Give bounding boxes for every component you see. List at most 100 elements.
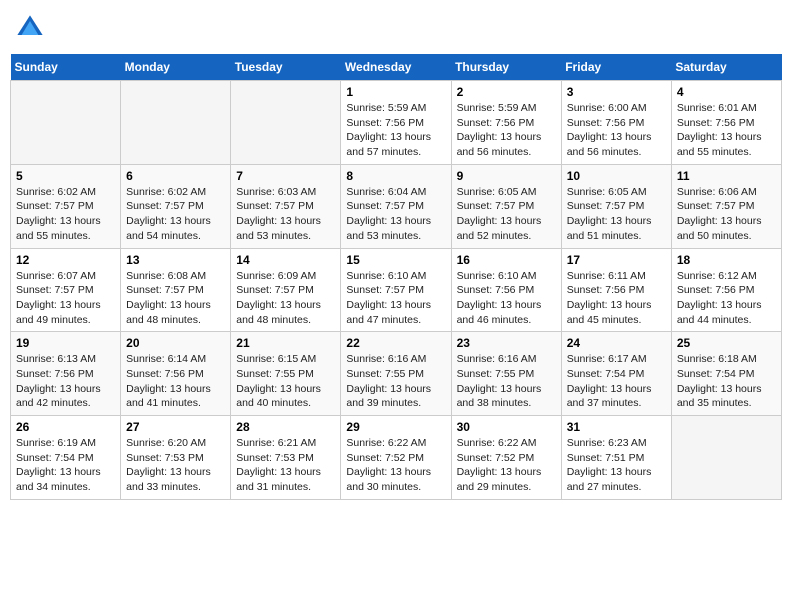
day-cell: 22Sunrise: 6:16 AMSunset: 7:55 PMDayligh… bbox=[341, 332, 451, 416]
day-cell: 27Sunrise: 6:20 AMSunset: 7:53 PMDayligh… bbox=[121, 416, 231, 500]
weekday-header-monday: Monday bbox=[121, 54, 231, 81]
week-row-1: 1 Sunrise: 5:59 AMSunset: 7:56 PMDaylight… bbox=[11, 81, 782, 165]
day-info: Sunrise: 6:02 AMSunset: 7:57 PMDaylight:… bbox=[16, 185, 115, 244]
day-number: 7 bbox=[236, 169, 335, 183]
day-number: 14 bbox=[236, 253, 335, 267]
logo bbox=[16, 14, 48, 42]
day-number: 10 bbox=[567, 169, 666, 183]
day-info: Sunrise: 6:10 AMSunset: 7:56 PMDaylight:… bbox=[457, 269, 556, 328]
day-number: 8 bbox=[346, 169, 445, 183]
day-number: 16 bbox=[457, 253, 556, 267]
day-cell: 19 Sunrise: 6:13 AMSunset: 7:56 PMDayligh… bbox=[11, 332, 121, 416]
day-cell: 3 Sunrise: 6:00 AMSunset: 7:56 PMDaylight… bbox=[561, 81, 671, 165]
day-cell: 13Sunrise: 6:08 AMSunset: 7:57 PMDayligh… bbox=[121, 248, 231, 332]
day-info: Sunrise: 6:14 AMSunset: 7:56 PMDaylight:… bbox=[126, 352, 225, 411]
day-cell: 29 Sunrise: 6:22 AMSunset: 7:52 PMDayligh… bbox=[341, 416, 451, 500]
day-info: Sunrise: 6:17 AMSunset: 7:54 PMDaylight:… bbox=[567, 352, 666, 411]
day-cell: 23 Sunrise: 6:16 AMSunset: 7:55 PMDayligh… bbox=[451, 332, 561, 416]
day-info: Sunrise: 6:12 AMSunset: 7:56 PMDaylight:… bbox=[677, 269, 776, 328]
week-row-4: 19 Sunrise: 6:13 AMSunset: 7:56 PMDayligh… bbox=[11, 332, 782, 416]
day-number: 5 bbox=[16, 169, 115, 183]
week-row-3: 12 Sunrise: 6:07 AMSunset: 7:57 PMDayligh… bbox=[11, 248, 782, 332]
day-number: 17 bbox=[567, 253, 666, 267]
day-info: Sunrise: 6:02 AMSunset: 7:57 PMDaylight:… bbox=[126, 185, 225, 244]
day-info: Sunrise: 6:22 AMSunset: 7:52 PMDaylight:… bbox=[346, 436, 445, 495]
day-info: Sunrise: 6:16 AMSunset: 7:55 PMDaylight:… bbox=[457, 352, 556, 411]
day-info: Sunrise: 6:03 AMSunset: 7:57 PMDaylight:… bbox=[236, 185, 335, 244]
day-number: 18 bbox=[677, 253, 776, 267]
day-cell: 12 Sunrise: 6:07 AMSunset: 7:57 PMDayligh… bbox=[11, 248, 121, 332]
day-number: 25 bbox=[677, 336, 776, 350]
day-cell: 1 Sunrise: 5:59 AMSunset: 7:56 PMDaylight… bbox=[341, 81, 451, 165]
day-number: 3 bbox=[567, 85, 666, 99]
weekday-header-tuesday: Tuesday bbox=[231, 54, 341, 81]
day-cell bbox=[231, 81, 341, 165]
day-info: Sunrise: 6:13 AMSunset: 7:56 PMDaylight:… bbox=[16, 352, 115, 411]
day-info: Sunrise: 6:04 AMSunset: 7:57 PMDaylight:… bbox=[346, 185, 445, 244]
day-cell: 4Sunrise: 6:01 AMSunset: 7:56 PMDaylight… bbox=[671, 81, 781, 165]
day-cell: 14Sunrise: 6:09 AMSunset: 7:57 PMDayligh… bbox=[231, 248, 341, 332]
day-cell: 8 Sunrise: 6:04 AMSunset: 7:57 PMDaylight… bbox=[341, 164, 451, 248]
day-cell: 17 Sunrise: 6:11 AMSunset: 7:56 PMDayligh… bbox=[561, 248, 671, 332]
day-info: Sunrise: 5:59 AMSunset: 7:56 PMDaylight:… bbox=[457, 101, 556, 160]
day-cell: 21Sunrise: 6:15 AMSunset: 7:55 PMDayligh… bbox=[231, 332, 341, 416]
day-number: 6 bbox=[126, 169, 225, 183]
day-cell: 18 Sunrise: 6:12 AMSunset: 7:56 PMDayligh… bbox=[671, 248, 781, 332]
day-cell: 26 Sunrise: 6:19 AMSunset: 7:54 PMDayligh… bbox=[11, 416, 121, 500]
day-number: 12 bbox=[16, 253, 115, 267]
day-info: Sunrise: 6:11 AMSunset: 7:56 PMDaylight:… bbox=[567, 269, 666, 328]
day-cell: 20 Sunrise: 6:14 AMSunset: 7:56 PMDayligh… bbox=[121, 332, 231, 416]
day-info: Sunrise: 6:23 AMSunset: 7:51 PMDaylight:… bbox=[567, 436, 666, 495]
day-info: Sunrise: 6:05 AMSunset: 7:57 PMDaylight:… bbox=[457, 185, 556, 244]
day-cell: 10 Sunrise: 6:05 AMSunset: 7:57 PMDayligh… bbox=[561, 164, 671, 248]
day-number: 26 bbox=[16, 420, 115, 434]
day-number: 23 bbox=[457, 336, 556, 350]
weekday-header-friday: Friday bbox=[561, 54, 671, 81]
day-number: 1 bbox=[346, 85, 445, 99]
day-info: Sunrise: 6:07 AMSunset: 7:57 PMDaylight:… bbox=[16, 269, 115, 328]
day-cell: 28 Sunrise: 6:21 AMSunset: 7:53 PMDayligh… bbox=[231, 416, 341, 500]
day-info: Sunrise: 6:10 AMSunset: 7:57 PMDaylight:… bbox=[346, 269, 445, 328]
day-info: Sunrise: 6:18 AMSunset: 7:54 PMDaylight:… bbox=[677, 352, 776, 411]
day-info: Sunrise: 5:59 AMSunset: 7:56 PMDaylight:… bbox=[346, 101, 445, 160]
day-cell: 2Sunrise: 5:59 AMSunset: 7:56 PMDaylight… bbox=[451, 81, 561, 165]
week-row-2: 5 Sunrise: 6:02 AMSunset: 7:57 PMDaylight… bbox=[11, 164, 782, 248]
weekday-header-thursday: Thursday bbox=[451, 54, 561, 81]
day-info: Sunrise: 6:22 AMSunset: 7:52 PMDaylight:… bbox=[457, 436, 556, 495]
day-number: 28 bbox=[236, 420, 335, 434]
day-cell bbox=[671, 416, 781, 500]
day-cell bbox=[11, 81, 121, 165]
weekday-header-wednesday: Wednesday bbox=[341, 54, 451, 81]
day-cell: 16 Sunrise: 6:10 AMSunset: 7:56 PMDayligh… bbox=[451, 248, 561, 332]
weekday-header-saturday: Saturday bbox=[671, 54, 781, 81]
day-cell: 31 Sunrise: 6:23 AMSunset: 7:51 PMDayligh… bbox=[561, 416, 671, 500]
day-info: Sunrise: 6:19 AMSunset: 7:54 PMDaylight:… bbox=[16, 436, 115, 495]
day-info: Sunrise: 6:05 AMSunset: 7:57 PMDaylight:… bbox=[567, 185, 666, 244]
day-cell bbox=[121, 81, 231, 165]
day-info: Sunrise: 6:08 AMSunset: 7:57 PMDaylight:… bbox=[126, 269, 225, 328]
header bbox=[10, 10, 782, 46]
day-number: 30 bbox=[457, 420, 556, 434]
day-number: 11 bbox=[677, 169, 776, 183]
day-number: 4 bbox=[677, 85, 776, 99]
day-cell: 6 Sunrise: 6:02 AMSunset: 7:57 PMDaylight… bbox=[121, 164, 231, 248]
day-number: 20 bbox=[126, 336, 225, 350]
day-cell: 9 Sunrise: 6:05 AMSunset: 7:57 PMDaylight… bbox=[451, 164, 561, 248]
day-number: 29 bbox=[346, 420, 445, 434]
day-cell: 30 Sunrise: 6:22 AMSunset: 7:52 PMDayligh… bbox=[451, 416, 561, 500]
day-number: 22 bbox=[346, 336, 445, 350]
day-info: Sunrise: 6:15 AMSunset: 7:55 PMDaylight:… bbox=[236, 352, 335, 411]
day-cell: 7 Sunrise: 6:03 AMSunset: 7:57 PMDaylight… bbox=[231, 164, 341, 248]
day-number: 15 bbox=[346, 253, 445, 267]
logo-icon bbox=[16, 14, 44, 42]
day-info: Sunrise: 6:00 AMSunset: 7:56 PMDaylight:… bbox=[567, 101, 666, 160]
day-number: 27 bbox=[126, 420, 225, 434]
week-row-5: 26 Sunrise: 6:19 AMSunset: 7:54 PMDayligh… bbox=[11, 416, 782, 500]
day-number: 9 bbox=[457, 169, 556, 183]
day-number: 19 bbox=[16, 336, 115, 350]
day-info: Sunrise: 6:21 AMSunset: 7:53 PMDaylight:… bbox=[236, 436, 335, 495]
day-cell: 25 Sunrise: 6:18 AMSunset: 7:54 PMDayligh… bbox=[671, 332, 781, 416]
day-cell: 15 Sunrise: 6:10 AMSunset: 7:57 PMDayligh… bbox=[341, 248, 451, 332]
day-cell: 5 Sunrise: 6:02 AMSunset: 7:57 PMDaylight… bbox=[11, 164, 121, 248]
day-number: 31 bbox=[567, 420, 666, 434]
